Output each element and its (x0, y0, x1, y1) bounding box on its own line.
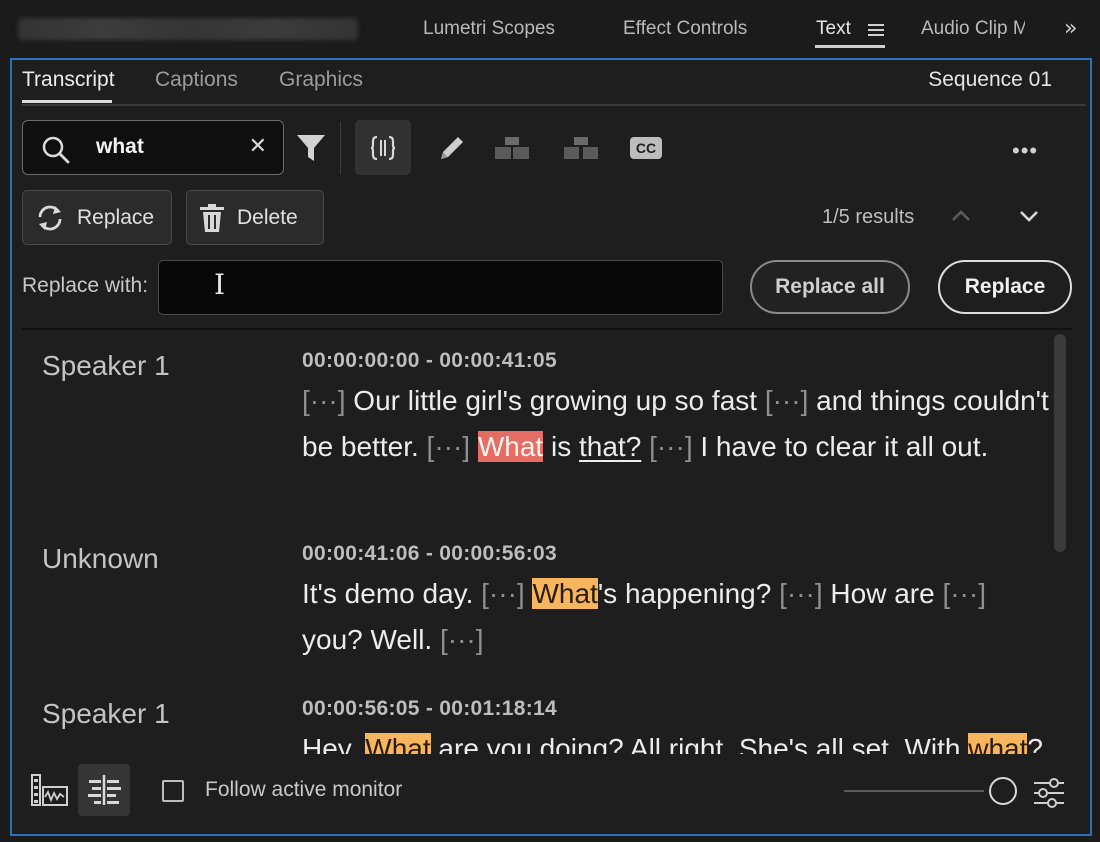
split-segment-button[interactable] (553, 120, 609, 175)
tab-captions[interactable]: Captions (155, 68, 238, 92)
replace-mode-button[interactable]: Replace (22, 190, 172, 245)
panel-tab-bar: Lumetri Scopes Effect Controls Text Audi… (0, 0, 1100, 58)
text-cursor-icon: I (214, 268, 226, 301)
pause-marker[interactable]: [···] (649, 431, 693, 462)
segment-timecode: 00:00:56:05 - 00:01:18:14 (302, 697, 557, 720)
merge-segments-button[interactable] (484, 120, 540, 175)
previous-result-icon[interactable] (950, 208, 972, 224)
search-match[interactable]: What (532, 578, 598, 609)
pause-marker[interactable]: [···] (302, 385, 346, 416)
transcript-words[interactable]: 's happening? (598, 578, 779, 609)
pause-marker[interactable]: [···] (779, 578, 823, 609)
segment-text[interactable]: [···] Our little girl's growing up so fa… (302, 378, 1052, 470)
pause-marker[interactable]: [···] (481, 578, 525, 609)
split-segment-icon (564, 136, 598, 159)
transcript-words[interactable]: How are (823, 578, 943, 609)
text-panel: Transcript Captions Graphics Sequence 01… (10, 58, 1092, 836)
segment-text[interactable]: Hey. What are you doing? All right. She'… (302, 726, 1052, 754)
follow-active-monitor-checkbox[interactable] (162, 780, 184, 802)
search-field[interactable]: what ✕ (22, 120, 284, 175)
transcript-words[interactable]: Our little girl's growing up so fast (346, 385, 765, 416)
active-tab-indicator (815, 45, 885, 48)
text-subtabs: Transcript Captions Graphics Sequence 01 (22, 64, 1082, 104)
replace-button[interactable]: Replace (938, 260, 1072, 314)
sequence-view-button[interactable] (78, 764, 130, 816)
flagged-word[interactable]: that? (579, 431, 641, 462)
pause-marker[interactable]: [···] (440, 624, 484, 655)
filter-icon[interactable] (295, 132, 327, 164)
replace-with-field[interactable] (158, 260, 723, 315)
case-toggle-icon (371, 135, 395, 160)
search-match[interactable]: What (365, 733, 431, 754)
tab-overflow-icon[interactable]: » (1064, 16, 1077, 41)
transcript-list: Speaker 1 00:00:00:00 - 00:00:41:05 [···… (12, 330, 1090, 754)
clip-view-button[interactable] (24, 764, 76, 816)
sequence-name: Sequence 01 (928, 68, 1052, 91)
tab-audio-clip-mixer[interactable]: Audio Clip M (921, 18, 1025, 40)
speaker-label[interactable]: Speaker 1 (42, 698, 170, 730)
clear-search-icon[interactable]: ✕ (249, 133, 267, 159)
case-toggle-button[interactable] (355, 120, 411, 175)
merge-segments-icon (495, 136, 529, 159)
current-search-match[interactable]: What (477, 431, 544, 462)
clip-view-icon (31, 774, 68, 806)
segment-timecode: 00:00:41:06 - 00:00:56:03 (302, 542, 557, 565)
captions-button[interactable]: CC (618, 120, 674, 175)
panel-menu-icon[interactable] (868, 24, 884, 36)
transcript-words[interactable]: ? (1027, 733, 1043, 754)
replace-mode-label: Replace (77, 205, 155, 229)
trash-icon (200, 203, 224, 232)
sequence-view-icon (88, 775, 121, 805)
search-input[interactable]: what (96, 135, 144, 159)
search-match[interactable]: what (968, 733, 1028, 754)
toolbar-separator (340, 122, 341, 174)
refresh-icon (38, 205, 62, 230)
transcript-scrollbar[interactable] (1054, 334, 1066, 552)
tab-transcript[interactable]: Transcript (22, 68, 115, 92)
svg-text:CC: CC (636, 140, 656, 156)
zoom-slider-track[interactable] (844, 790, 984, 792)
blurred-panel-title (18, 18, 358, 40)
tab-graphics[interactable]: Graphics (279, 68, 363, 92)
transcript-words[interactable] (470, 431, 478, 462)
transcript-words[interactable]: are you doing? All right. She's all set.… (431, 733, 969, 754)
tab-effect-controls[interactable]: Effect Controls (623, 18, 747, 40)
more-options-icon[interactable]: ••• (1012, 138, 1038, 164)
pause-marker[interactable]: [···] (765, 385, 809, 416)
view-settings-icon[interactable] (1032, 776, 1066, 810)
replace-all-button[interactable]: Replace all (750, 260, 910, 314)
speaker-label[interactable]: Speaker 1 (42, 350, 170, 382)
pencil-icon (441, 136, 463, 159)
edit-button[interactable] (424, 120, 480, 175)
zoom-slider-knob[interactable] (989, 777, 1017, 805)
transcript-words[interactable] (641, 431, 649, 462)
next-result-icon[interactable] (1018, 208, 1040, 224)
transcript-words[interactable]: you? Well. (302, 624, 440, 655)
transcript-words[interactable]: I have to clear it all out. (693, 431, 988, 462)
pause-marker[interactable]: [···] (942, 578, 986, 609)
follow-active-monitor-label: Follow active monitor (205, 778, 403, 801)
transcript-words[interactable]: is (543, 431, 579, 462)
tab-text[interactable]: Text (816, 18, 851, 40)
replace-with-label: Replace with: (22, 274, 149, 297)
segment-timecode: 00:00:00:00 - 00:00:41:05 (302, 349, 557, 372)
results-count: 1/5 results (822, 206, 915, 228)
transcript-words[interactable]: Hey. (302, 733, 365, 754)
tab-lumetri-scopes[interactable]: Lumetri Scopes (423, 18, 555, 40)
delete-label: Delete (237, 205, 298, 229)
subtab-active-indicator (22, 100, 112, 103)
pause-marker[interactable]: [···] (427, 431, 471, 462)
search-icon (42, 136, 70, 164)
transcript-words[interactable]: It's demo day. (302, 578, 481, 609)
segment-text[interactable]: It's demo day. [···] What's happening? [… (302, 571, 1052, 663)
delete-button[interactable]: Delete (186, 190, 324, 245)
subtab-divider (22, 104, 1086, 106)
closed-captions-icon: CC (630, 136, 662, 159)
panel-footer: Follow active monitor (12, 754, 1090, 834)
speaker-label[interactable]: Unknown (42, 543, 159, 575)
